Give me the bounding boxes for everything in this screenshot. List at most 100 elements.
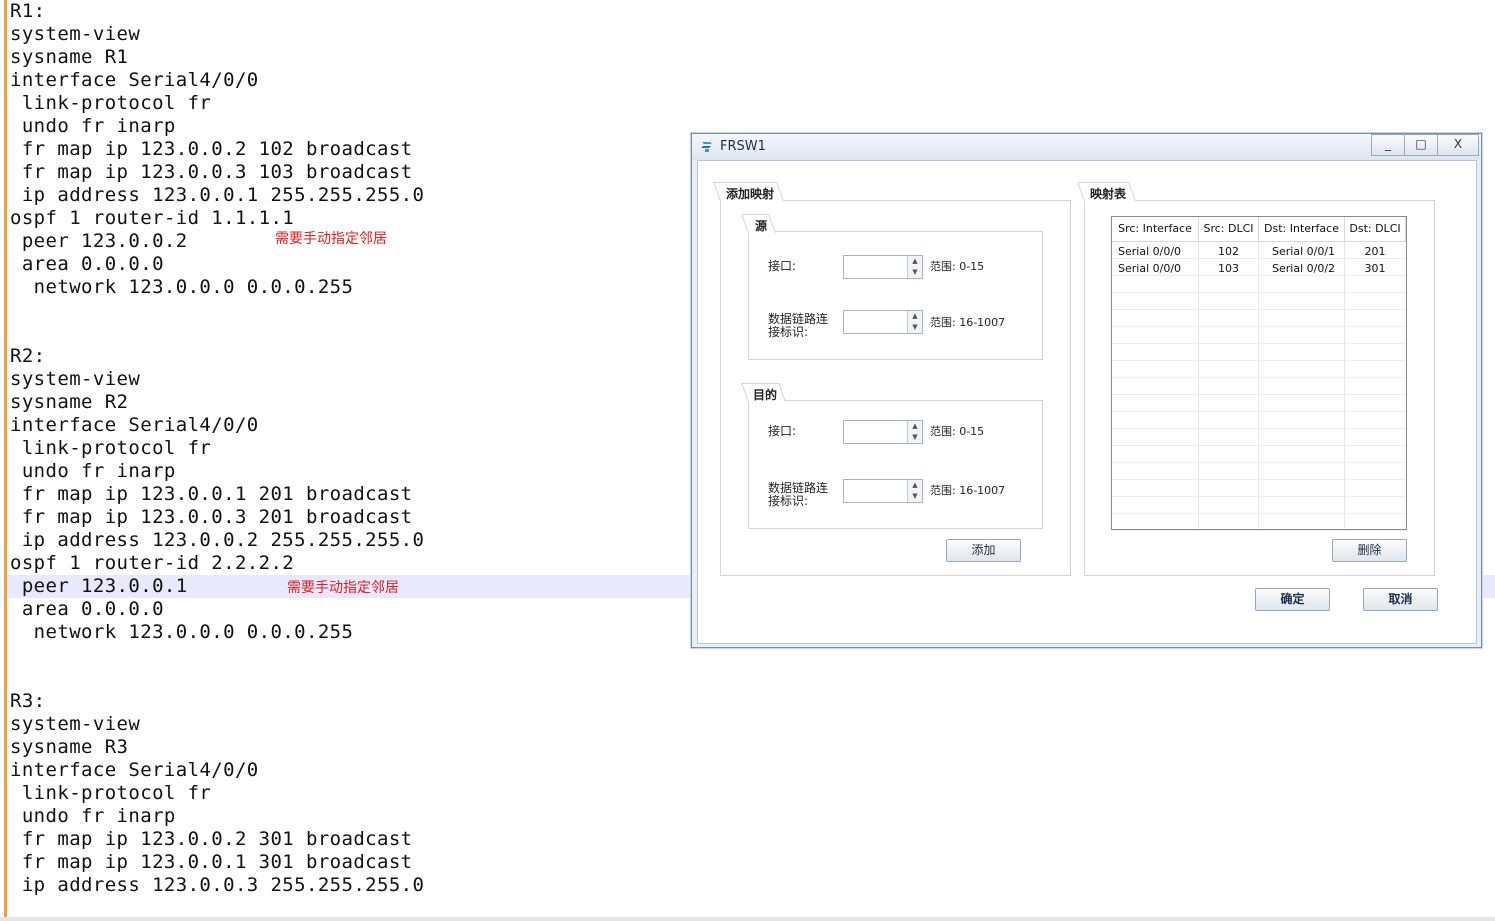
code-line[interactable]: interface Serial4/0/0 <box>10 69 259 92</box>
spin-down-icon[interactable]: ▼ <box>908 432 922 443</box>
code-line[interactable]: undo fr inarp <box>10 460 176 483</box>
dest-dlci-label-line2: 接标识: <box>768 494 809 508</box>
code-line[interactable]: sysname R3 <box>10 736 128 759</box>
dest-dlci-spinner[interactable]: ▲ ▼ <box>843 479 923 503</box>
code-line[interactable]: R3: <box>10 690 46 713</box>
map-table-title: 映射表 <box>1090 185 1127 202</box>
code-line[interactable]: R1: <box>10 0 46 23</box>
code-line[interactable]: interface Serial4/0/0 <box>10 759 259 782</box>
dest-interface-spinner[interactable]: ▲ ▼ <box>843 420 923 444</box>
code-line[interactable]: system-view <box>10 23 140 46</box>
source-dlci-spinner[interactable]: ▲ ▼ <box>843 310 923 334</box>
dialog-titlebar[interactable]: FRSW1 _ □ X <box>692 134 1481 160</box>
code-line[interactable]: area 0.0.0.0 <box>10 598 164 621</box>
code-line[interactable]: system-view <box>10 713 140 736</box>
code-line[interactable]: ospf 1 router-id 1.1.1.1 <box>10 207 294 230</box>
row-gridline <box>1112 462 1406 463</box>
ok-button[interactable]: 确定 <box>1255 588 1330 611</box>
dest-interface-range: 范围: 0-15 <box>930 425 985 438</box>
minimize-button[interactable]: _ <box>1371 134 1405 156</box>
dest-dlci-label: 数据链路连 接标识: <box>768 482 828 508</box>
row-gridline <box>1112 479 1406 480</box>
source-dlci-label: 数据链路连 接标识: <box>768 313 828 339</box>
spin-down-icon[interactable]: ▼ <box>908 267 922 278</box>
code-line[interactable]: fr map ip 123.0.0.2 102 broadcast <box>10 138 413 161</box>
code-line[interactable]: ip address 123.0.0.1 255.255.255.0 <box>10 184 424 207</box>
code-line[interactable]: peer 123.0.0.2 <box>10 230 188 253</box>
code-line[interactable]: link-protocol fr <box>10 92 211 115</box>
row-gridline <box>1112 326 1406 327</box>
code-line[interactable]: area 0.0.0.0 <box>10 253 164 276</box>
code-line[interactable]: peer 123.0.0.1 <box>10 575 188 598</box>
code-line[interactable]: link-protocol fr <box>10 782 211 805</box>
row-gridline <box>1112 411 1406 412</box>
row-gridline <box>1112 309 1406 310</box>
code-line[interactable]: link-protocol fr <box>10 437 211 460</box>
cell-dst-interface: Serial 0/0/1 <box>1272 245 1336 258</box>
delete-button[interactable]: 删除 <box>1332 539 1407 562</box>
destination-title: 目的 <box>753 386 778 403</box>
row-gridline <box>1112 513 1406 514</box>
add-mapping-title: 添加映射 <box>726 185 775 202</box>
code-line[interactable]: system-view <box>10 368 140 391</box>
header-src-dlci[interactable]: Src: DLCI <box>1199 217 1259 242</box>
code-line[interactable]: undo fr inarp <box>10 115 176 138</box>
header-dst-interface[interactable]: Dst: Interface <box>1259 217 1345 242</box>
code-line[interactable]: sysname R2 <box>10 391 128 414</box>
dest-interface-label: 接口: <box>768 424 797 438</box>
row-gridline <box>1112 292 1406 293</box>
cell-src-interface: Serial 0/0/0 <box>1118 245 1182 258</box>
row-gridline <box>1112 343 1406 344</box>
cell-dst-dlci: 201 <box>1364 245 1386 258</box>
code-line[interactable]: network 123.0.0.0 0.0.0.255 <box>10 276 353 299</box>
code-line[interactable]: network 123.0.0.0 0.0.0.255 <box>10 621 353 644</box>
add-button[interactable]: 添加 <box>946 539 1021 562</box>
row-gridline <box>1112 394 1406 395</box>
spin-down-icon[interactable]: ▼ <box>908 491 922 502</box>
frame-relay-switch-icon <box>701 142 712 152</box>
code-line[interactable]: ospf 1 router-id 2.2.2.2 <box>10 552 294 575</box>
cell-src-interface: Serial 0/0/0 <box>1118 262 1182 275</box>
dialog-title: FRSW1 <box>720 139 766 154</box>
column-divider <box>1258 241 1259 529</box>
maximize-button[interactable]: □ <box>1404 134 1438 156</box>
spin-down-icon[interactable]: ▼ <box>908 322 922 333</box>
row-gridline <box>1112 428 1406 429</box>
mapping-table[interactable]: Src: Interface Src: DLCI Dst: Interface … <box>1111 216 1407 531</box>
header-src-interface[interactable]: Src: Interface <box>1112 217 1199 242</box>
source-interface-label: 接口: <box>768 259 797 273</box>
close-button[interactable]: X <box>1437 134 1479 156</box>
cell-src-dlci: 102 <box>1218 245 1239 258</box>
cancel-button[interactable]: 取消 <box>1363 588 1438 611</box>
change-marker-bar <box>4 0 7 921</box>
source-dlci-range: 范围: 16-1007 <box>930 316 1006 329</box>
code-line[interactable]: ip address 123.0.0.3 255.255.255.0 <box>10 874 424 897</box>
dest-dlci-range: 范围: 16-1007 <box>930 484 1006 497</box>
row-gridline <box>1112 360 1406 361</box>
source-dlci-label-line2: 接标识: <box>768 325 809 339</box>
code-line[interactable]: ip address 123.0.0.2 255.255.255.0 <box>10 529 424 552</box>
cell-dst-interface: Serial 0/0/2 <box>1272 262 1336 275</box>
code-line[interactable]: fr map ip 123.0.0.2 301 broadcast <box>10 828 413 851</box>
r2-peer-note: 需要手动指定邻居 <box>287 580 399 596</box>
code-line[interactable]: R2: <box>10 345 46 368</box>
code-line[interactable]: fr map ip 123.0.0.3 103 broadcast <box>10 161 413 184</box>
source-interface-spinner[interactable]: ▲ ▼ <box>843 255 923 279</box>
source-title: 源 <box>755 217 768 234</box>
r1-peer-note: 需要手动指定邻居 <box>275 231 387 247</box>
code-line[interactable]: fr map ip 123.0.0.3 201 broadcast <box>10 506 413 529</box>
code-line[interactable]: interface Serial4/0/0 <box>10 414 259 437</box>
row-gridline <box>1112 445 1406 446</box>
code-line[interactable]: undo fr inarp <box>10 805 176 828</box>
code-line[interactable]: fr map ip 123.0.0.1 301 broadcast <box>10 851 413 874</box>
column-divider <box>1198 241 1199 529</box>
source-group <box>748 231 1043 360</box>
code-line[interactable]: fr map ip 123.0.0.1 201 broadcast <box>10 483 413 506</box>
column-divider <box>1344 241 1345 529</box>
source-interface-range: 范围: 0-15 <box>930 260 985 273</box>
code-line[interactable]: sysname R1 <box>10 46 128 69</box>
row-gridline <box>1112 530 1406 531</box>
header-dst-dlci[interactable]: Dst: DLCI <box>1345 217 1406 242</box>
row-gridline <box>1112 496 1406 497</box>
row-gridline <box>1112 377 1406 378</box>
